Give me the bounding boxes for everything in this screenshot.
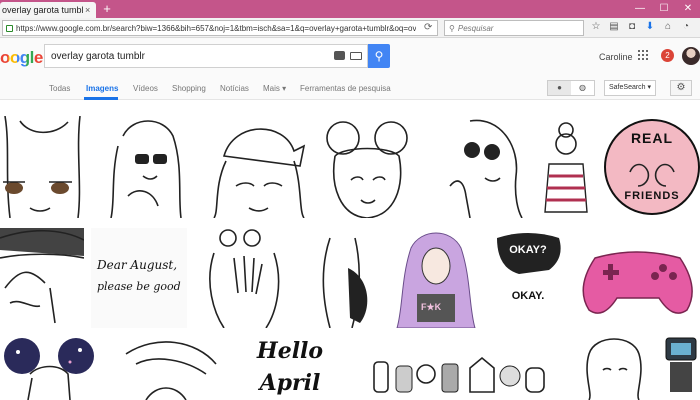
dear-august-line1: Dear August,	[97, 258, 178, 272]
gear-icon[interactable]: ⚙	[670, 80, 692, 96]
friends-text: FRIENDS	[624, 190, 680, 202]
hello-text: Hello	[256, 338, 324, 364]
result-image[interactable]	[430, 116, 528, 218]
result-image[interactable]	[0, 116, 86, 218]
apps-grid-icon[interactable]	[638, 50, 648, 60]
google-header: oogle ⚲ Caroline 2	[0, 38, 700, 76]
tab-title: overlay garota tumblr - Pe...	[2, 5, 84, 15]
tab-ferramentas[interactable]: Ferramentas de pesquisa	[300, 84, 391, 93]
safesearch-button[interactable]: SafeSearch ▾	[604, 80, 657, 96]
result-image[interactable]	[204, 116, 308, 218]
adventure-time-characters	[373, 356, 545, 393]
result-image[interactable]	[535, 116, 597, 218]
sketch-girl-hand-face	[209, 229, 280, 328]
sketch-girl-glasses-hand	[449, 119, 523, 218]
camera-icon[interactable]	[334, 51, 345, 60]
browser-search-input[interactable]	[457, 23, 568, 33]
result-image[interactable]: OKAY? OKAY.	[489, 228, 567, 328]
sketch-girl-back	[322, 237, 368, 328]
maximize-button[interactable]: ☐	[652, 0, 676, 18]
result-image[interactable]	[93, 116, 197, 218]
result-image[interactable]	[0, 228, 84, 328]
pocket-icon[interactable]: ◘	[626, 21, 638, 33]
pink-game-controller	[582, 251, 693, 314]
close-window-button[interactable]: ✕	[676, 0, 700, 18]
avatar[interactable]	[682, 47, 700, 65]
notification-badge[interactable]: 2	[661, 49, 674, 62]
result-image[interactable]	[315, 116, 419, 218]
browser-titlebar: overlay garota tumblr - Pe... × + — ☐ ✕	[0, 0, 700, 18]
browser-toolbar: https://www.google.com.br/search?biw=136…	[0, 18, 700, 38]
sketch-girl-buns	[326, 121, 408, 218]
address-bar[interactable]: https://www.google.com.br/search?biw=136…	[2, 20, 438, 36]
new-tab-button[interactable]: +	[100, 2, 114, 16]
google-search-box[interactable]	[44, 44, 368, 68]
tab-videos[interactable]: Vídeos	[133, 84, 158, 93]
result-image[interactable]	[575, 334, 653, 400]
window-controls: — ☐ ✕	[628, 0, 700, 18]
okay-bottom-text: OKAY.	[511, 290, 545, 302]
download-icon[interactable]: ⬇	[644, 21, 656, 33]
reload-icon[interactable]: ⟳	[424, 22, 432, 33]
real-text: REAL	[630, 130, 674, 146]
tab-mais[interactable]: Mais ▾	[263, 84, 286, 93]
url-text[interactable]: https://www.google.com.br/search?biw=136…	[16, 24, 416, 33]
dear-august-line2: please be good	[97, 280, 181, 293]
tab-shopping[interactable]: Shopping	[172, 84, 206, 93]
browser-search-box[interactable]: ⚲	[444, 20, 584, 36]
image-results-grid: REAL FRIENDS Dear August, please be good	[0, 100, 700, 400]
globe-icon[interactable]: ◍	[571, 81, 594, 95]
tab-imagens[interactable]: Imagens	[86, 84, 118, 93]
galaxy-mickey-ears	[4, 338, 94, 400]
google-logo-text: oogle	[0, 48, 43, 67]
minimize-button[interactable]: —	[628, 0, 652, 18]
user-name[interactable]: Caroline	[599, 52, 633, 62]
result-image[interactable]	[116, 334, 222, 400]
sketch-girl-sunglasses	[110, 120, 182, 218]
home-icon[interactable]: ⌂	[662, 21, 674, 33]
result-image[interactable]	[662, 334, 700, 400]
view-toggle: ● ◍	[547, 80, 595, 96]
result-image[interactable]: Hello April	[238, 334, 342, 400]
result-image[interactable]: Dear August, please be good	[91, 228, 187, 328]
sketch-girl-purple-hair	[396, 232, 476, 328]
tab-todas[interactable]: Todas	[49, 84, 70, 93]
okay-speech-bubble	[497, 233, 561, 274]
browser-tab[interactable]: overlay garota tumblr - Pe... ×	[0, 2, 96, 18]
chat-icon[interactable]: ◔	[680, 21, 692, 33]
sketch-girl-eyes	[3, 116, 81, 218]
sketch-girl-sweater	[544, 122, 588, 213]
sketch-girl-side	[125, 341, 217, 400]
sketch-girl-cap	[213, 128, 306, 218]
okay-top-text: OKAY?	[509, 244, 547, 256]
magnifier-icon: ⚲	[374, 49, 384, 63]
search-nav: Todas Imagens Vídeos Shopping Notícias M…	[0, 76, 700, 100]
tab-noticias[interactable]: Notícias	[220, 84, 249, 93]
result-image[interactable]: F★K	[391, 228, 481, 328]
bookmark-star-icon[interactable]: ☆	[590, 21, 602, 33]
result-image[interactable]	[368, 348, 552, 400]
result-image[interactable]	[0, 334, 98, 400]
result-image[interactable]	[300, 228, 382, 328]
sketch-girl-peace	[0, 228, 84, 324]
result-image[interactable]	[194, 228, 296, 328]
google-search-button[interactable]: ⚲	[368, 44, 390, 68]
april-text: April	[259, 370, 321, 396]
robot-character	[665, 337, 697, 392]
person-icon[interactable]: ●	[548, 81, 571, 95]
reading-list-icon[interactable]: ▤	[608, 21, 620, 33]
toolbar-icons: ☆ ▤ ◘ ⬇ ⌂ ◔ ≡	[590, 21, 700, 33]
keyboard-icon[interactable]	[350, 52, 362, 60]
result-image[interactable]	[575, 228, 700, 328]
tab-close-icon[interactable]: ×	[85, 5, 90, 15]
result-image[interactable]: REAL FRIENDS	[604, 116, 700, 218]
fk-shirt-text: F★K	[421, 302, 442, 312]
google-logo[interactable]: oogle	[0, 48, 43, 68]
lock-icon	[6, 24, 13, 32]
google-search-input[interactable]	[51, 50, 321, 62]
search-icon: ⚲	[449, 23, 455, 33]
sketch-girl-curly	[586, 338, 642, 400]
